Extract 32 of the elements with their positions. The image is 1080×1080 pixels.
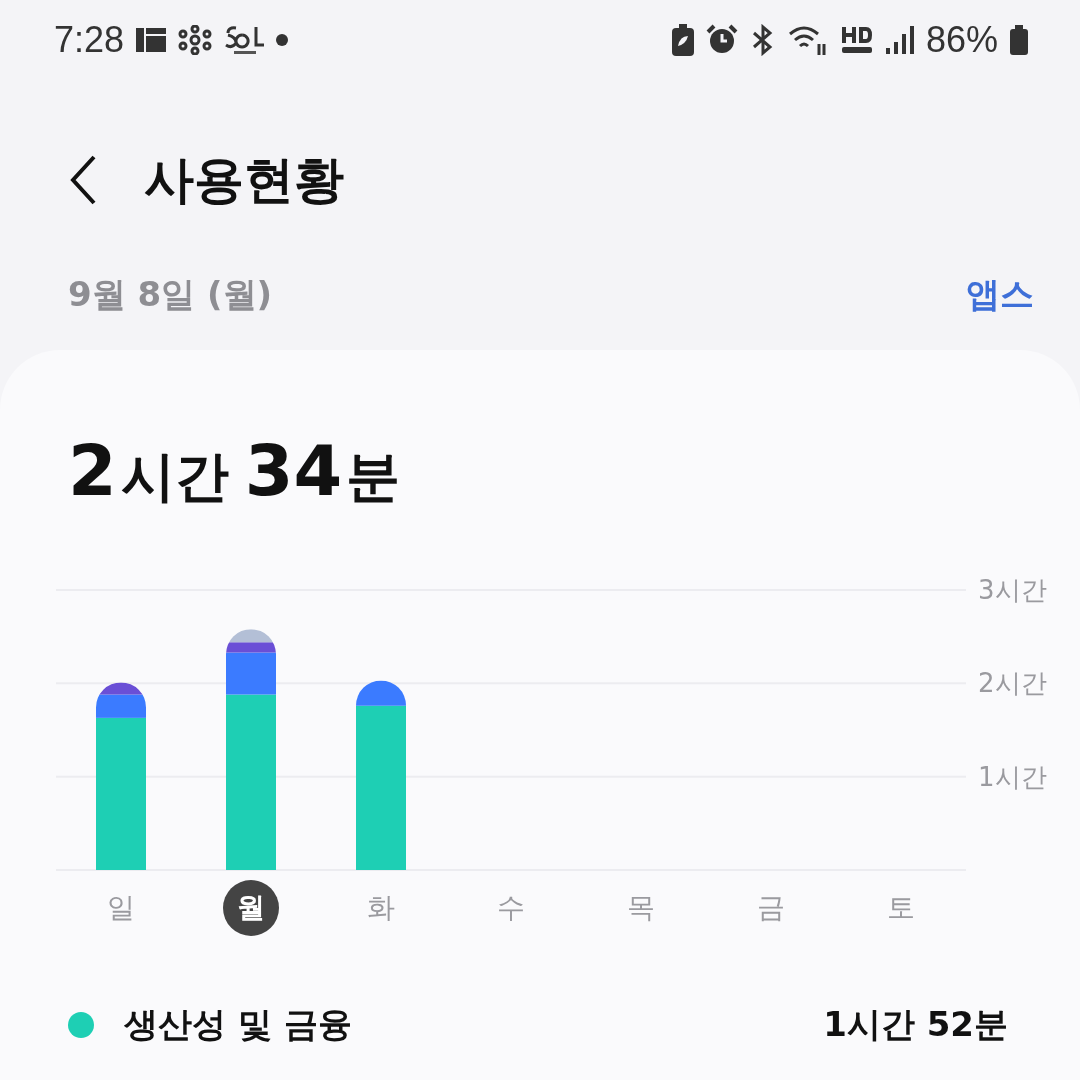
day-label[interactable]: 목: [613, 880, 669, 936]
day-label[interactable]: 화: [353, 880, 409, 936]
category-name: 생산성 및 금융: [124, 1003, 353, 1046]
hd-voice-icon: [839, 25, 874, 55]
wifi-icon: [787, 24, 828, 56]
axis-label: 1시간: [978, 760, 1047, 794]
day-label[interactable]: 토: [873, 880, 929, 936]
axis-label: 2시간: [978, 666, 1047, 700]
page-title: 사용현황: [144, 149, 344, 211]
minutes-unit: 분: [346, 444, 401, 510]
signal-icon: [885, 26, 914, 54]
bank-logo-icon: [224, 23, 265, 57]
back-icon[interactable]: [70, 155, 96, 205]
axis-label: 3시간: [978, 573, 1047, 607]
hours-unit: 시간: [120, 444, 229, 510]
day-label[interactable]: 금: [743, 880, 799, 936]
battery-percentage: 86%: [925, 19, 998, 61]
battery-icon: [1010, 25, 1028, 55]
network-icon: [178, 25, 213, 55]
status-time: 7:28: [54, 19, 125, 61]
dot-icon: [276, 34, 289, 46]
day-label[interactable]: 수: [483, 880, 539, 936]
total-hours: 2: [68, 430, 117, 512]
alarm-icon: [705, 24, 738, 56]
battery-saver-icon: [671, 24, 694, 56]
apps-link[interactable]: 앱스: [966, 272, 1034, 318]
notification-icon: [136, 26, 167, 54]
total-minutes: 34: [244, 430, 343, 512]
date-label: 9월 8일 (월): [68, 273, 273, 316]
category-time: 1시간 52분: [823, 1003, 1008, 1046]
day-label[interactable]: 월: [223, 880, 279, 936]
day-label[interactable]: 일: [93, 880, 149, 936]
